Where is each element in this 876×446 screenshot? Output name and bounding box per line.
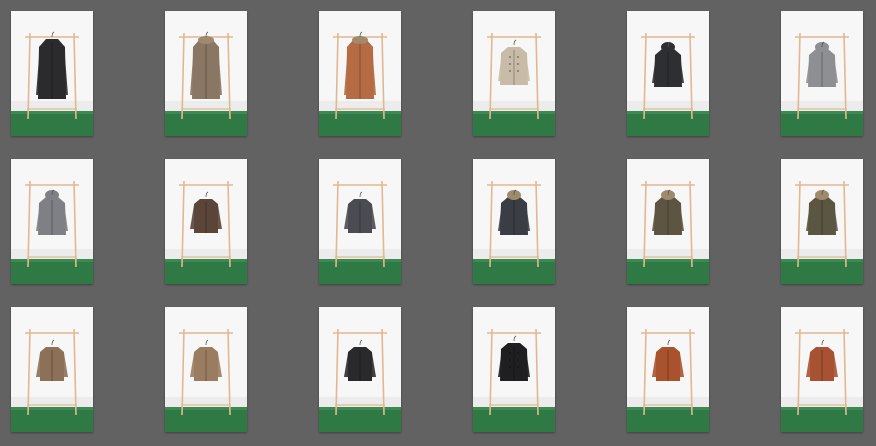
garment-photo [11,307,93,432]
photo-thumbnail[interactable] [319,307,401,432]
photo-thumbnail[interactable] [165,11,247,136]
photo-thumbnail[interactable] [473,159,555,284]
garment-photo [781,307,863,432]
photo-thumbnail[interactable] [473,307,555,432]
photo-thumbnail[interactable] [781,307,863,432]
garment-photo [165,307,247,432]
photo-thumbnail[interactable] [11,159,93,284]
photo-thumbnail[interactable] [11,11,93,136]
garment-photo [11,159,93,284]
garment-photo [319,11,401,136]
garment-photo [473,11,555,136]
garment-photo [627,159,709,284]
garment-photo [473,307,555,432]
garment-photo [627,307,709,432]
photo-thumbnail[interactable] [781,159,863,284]
garment-photo [11,11,93,136]
garment-photo [473,159,555,284]
photo-thumbnail[interactable] [627,307,709,432]
photo-thumbnail[interactable] [473,11,555,136]
photo-thumbnail[interactable] [319,11,401,136]
garment-photo [165,11,247,136]
garment-photo [165,159,247,284]
photo-thumbnail[interactable] [11,307,93,432]
garment-photo [781,11,863,136]
photo-thumbnail[interactable] [319,159,401,284]
garment-photo [627,11,709,136]
photo-thumbnail[interactable] [165,307,247,432]
photo-thumbnail[interactable] [627,159,709,284]
garment-photo [319,159,401,284]
photo-thumbnail[interactable] [165,159,247,284]
garment-photo [781,159,863,284]
photo-thumbnail[interactable] [627,11,709,136]
garment-photo [319,307,401,432]
photo-grid [0,0,876,446]
photo-thumbnail[interactable] [781,11,863,136]
